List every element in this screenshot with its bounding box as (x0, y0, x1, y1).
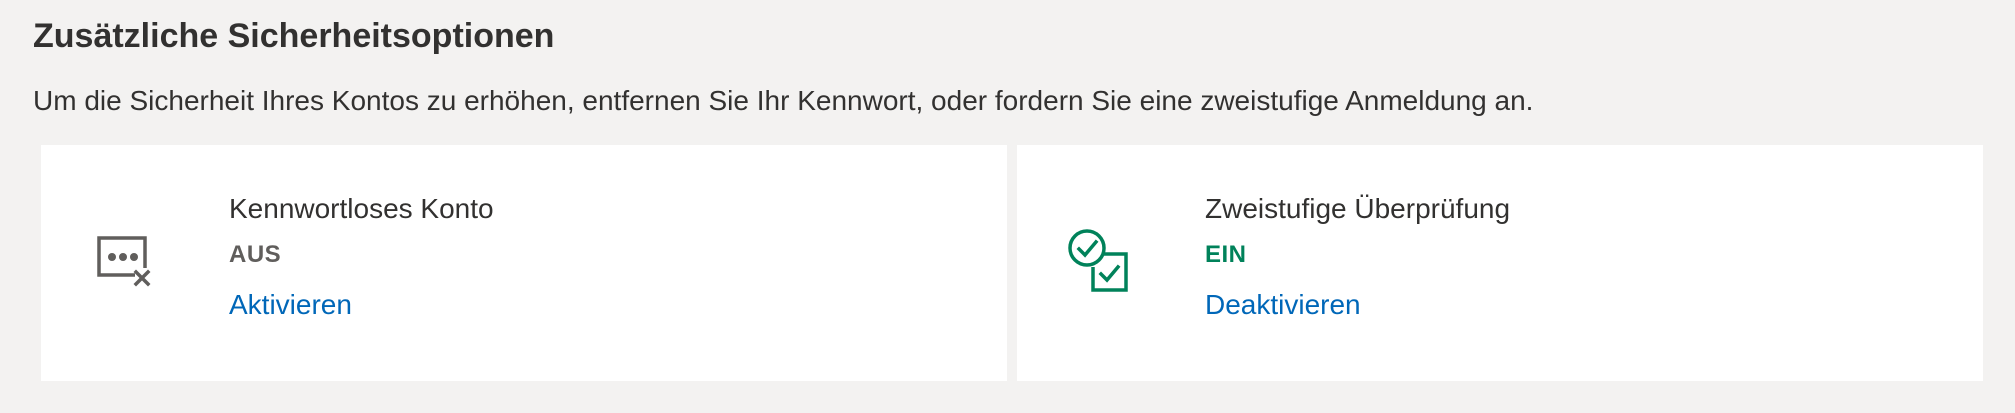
two-step-verification-title: Zweistufige Überprüfung (1205, 193, 1511, 224)
section-description: Um die Sicherheit Ihres Kontos zu erhöhe… (33, 85, 1534, 116)
activate-passwordless-link[interactable]: Aktivieren (229, 285, 352, 325)
security-options-cards: Kennwortloses Konto AUS Aktivieren Zweis… (41, 145, 1983, 381)
passwordless-account-card: Kennwortloses Konto AUS Aktivieren (41, 145, 1007, 381)
additional-security-section: Zusätzliche Sicherheitsoptionen Um die S… (33, 0, 1983, 413)
deactivate-two-step-link[interactable]: Deaktivieren (1205, 285, 1361, 325)
two-step-verification-status: EIN (1205, 241, 1247, 268)
passwordless-account-title: Kennwortloses Konto (229, 193, 494, 224)
passwordless-account-status: AUS (229, 241, 282, 268)
passwordless-account-body: Kennwortloses Konto AUS Aktivieren (229, 189, 494, 325)
two-step-verification-icon (1061, 217, 1149, 305)
two-step-verification-body: Zweistufige Überprüfung EIN Deaktivieren (1205, 189, 1510, 325)
password-off-icon (85, 217, 173, 305)
two-step-verification-card: Zweistufige Überprüfung EIN Deaktivieren (1017, 145, 1983, 381)
section-title: Zusätzliche Sicherheitsoptionen (33, 17, 555, 55)
